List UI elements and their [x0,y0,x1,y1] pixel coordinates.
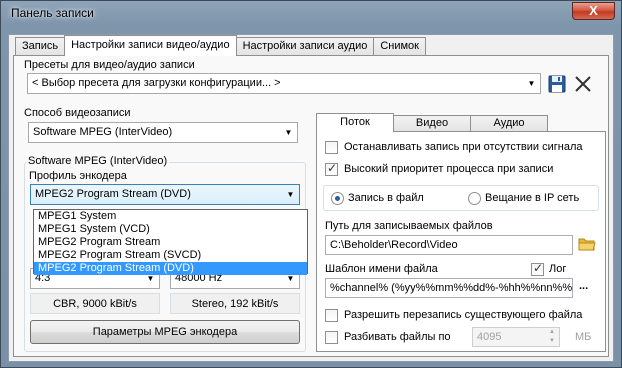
broadcast-radio[interactable] [468,192,481,205]
tab-record[interactable]: Запись [15,37,66,56]
split-unit-label: МБ [575,331,592,343]
chevron-down-icon: ▼ [284,128,293,137]
record-to-file-radio[interactable] [331,192,344,205]
stop-on-no-signal-label: Останавливать запись при отсутствии сигн… [344,141,583,153]
dropdown-option[interactable]: MPEG1 System [34,210,307,223]
window-title: Панель записи [11,6,94,20]
stop-on-no-signal-checkbox[interactable] [325,141,338,154]
tab-audio-settings[interactable]: Настройки записи аудио [235,37,375,56]
split-size-spinner[interactable]: ▲ ▼ [549,328,559,346]
high-priority-checkbox[interactable] [325,161,338,176]
high-priority-label: Высокий приоритет процесса при записи [344,163,554,175]
allow-overwrite-checkbox[interactable] [325,309,338,322]
dropdown-option-selected[interactable]: MPEG2 Program Stream (DVD) [34,262,307,275]
floppy-icon[interactable] [547,74,567,94]
chevron-down-icon: ▼ [286,190,295,199]
encoder-group-title: Software MPEG (InterVideo) [26,155,170,167]
preset-select-value: < Выбор пресета для загрузки конфигураци… [32,77,281,89]
title-bar[interactable]: Панель записи X [1,1,621,27]
encoder-profile-label: Профиль энкодера [29,170,127,182]
allow-overwrite-label: Разрешить перезапись существующего файла [344,309,583,321]
broadcast-label: Вещание в IP сеть [485,192,580,204]
split-files-checkbox[interactable] [325,331,338,344]
tab-audio[interactable]: Аудио [470,115,548,132]
dropdown-option[interactable]: MPEG2 Program Stream [34,236,307,249]
record-to-file-label: Запись в файл [348,192,424,204]
path-label: Путь для записываемых файлов [325,220,493,232]
split-files-label: Разбивать файлы по [344,331,451,343]
encoder-profile-dropdown: MPEG1 System MPEG1 System (VCD) MPEG2 Pr… [33,209,308,275]
tab-video[interactable]: Видео [393,115,471,132]
log-label: Лог [549,263,567,275]
tab-snapshot[interactable]: Снимок [373,37,426,56]
video-bitrate-info: CBR, 9000 kBit/s [30,293,160,314]
capture-method-value: Software MPEG (InterVideo) [33,126,173,138]
path-input[interactable]: C:\Beholder\Record\Video [325,235,573,255]
x-icon[interactable] [572,73,594,95]
log-checkbox[interactable] [531,261,544,276]
tab-video-audio-settings[interactable]: Настройки записи видео/аудио [64,35,237,56]
capture-method-label: Способ видеозаписи [24,107,131,119]
stream-tab-page: Останавливать запись при отсутствии сигн… [316,131,606,352]
presets-label: Пресеты для видео/аудио записи [24,59,195,71]
client-area: Запись Настройки записи видео/аудио Наст… [8,34,614,362]
folder-icon[interactable] [578,236,596,252]
stream-tabs: Поток Видео Аудио [316,113,548,132]
dropdown-option[interactable]: MPEG2 Program Stream (SVCD) [34,249,307,262]
template-label: Шаблон имени файла [325,263,438,275]
recording-panel-window: Панель записи X Запись Настройки записи … [0,0,622,368]
template-browse-button[interactable]: ... [579,280,588,292]
mpeg-encoder-params-button[interactable]: Параметры MPEG энкодера [30,320,300,344]
split-size-input[interactable]: 4095 [472,327,560,347]
tab-stream[interactable]: Поток [316,113,394,132]
dropdown-option[interactable]: MPEG1 System (VCD) [34,223,307,236]
template-input[interactable]: %channel% (%yy%%mm%%dd%-%hh%%nn%%ss%) [325,278,573,298]
chevron-down-icon: ▼ [527,79,536,88]
capture-method-select[interactable]: Software MPEG (InterVideo) ▼ [28,122,298,143]
close-button[interactable]: X [572,2,615,20]
main-tabs: Запись Настройки записи видео/аудио Наст… [15,35,426,56]
encoder-profile-select[interactable]: MPEG2 Program Stream (DVD) ▼ [30,184,300,205]
encoder-profile-value: MPEG2 Program Stream (DVD) [35,188,191,200]
audio-bitrate-info: Stereo, 192 kBit/s [170,293,300,314]
preset-select[interactable]: < Выбор пресета для загрузки конфигураци… [27,73,541,94]
